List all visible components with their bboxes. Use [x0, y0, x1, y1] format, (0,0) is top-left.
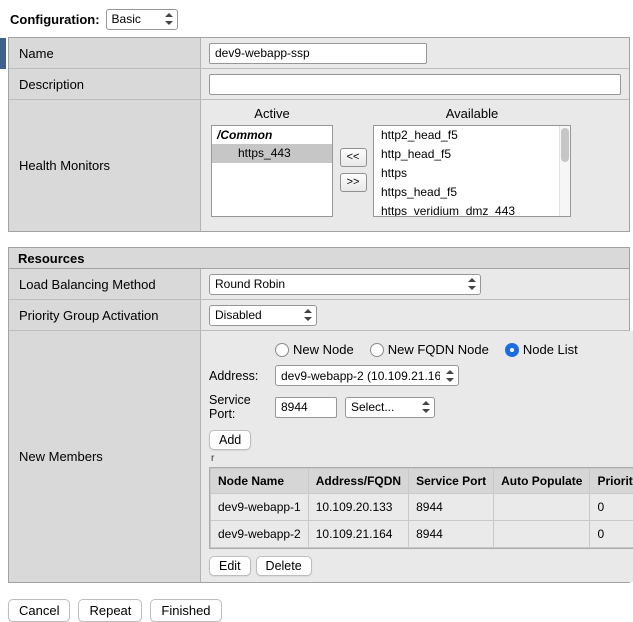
radio-button-icon[interactable] — [370, 343, 384, 357]
move-to-available-button[interactable]: >> — [340, 173, 367, 192]
description-row: Description — [9, 69, 629, 100]
add-button[interactable]: Add — [209, 430, 251, 450]
member-node-name: dev9-webapp-2 — [211, 521, 308, 547]
available-monitor-item[interactable]: http2_head_f5 — [374, 126, 570, 145]
radio-new-fqdn-node-label: New FQDN Node — [388, 342, 489, 357]
available-monitors-listbox[interactable]: http2_head_f5 http_head_f5 https https_h… — [373, 125, 571, 217]
active-monitor-item[interactable]: https_443 — [212, 144, 332, 163]
resources-section-header: Resources — [8, 247, 630, 268]
active-list-header: Active — [211, 106, 333, 122]
member-auto-populate — [494, 494, 589, 520]
configuration-select[interactable]: Basic — [106, 9, 178, 30]
member-priority: 0 — [590, 521, 633, 547]
column-header-auto-populate: Auto Populate — [494, 469, 589, 493]
configuration-bar: Configuration: Basic — [0, 0, 633, 37]
available-monitor-item[interactable]: https_veridium_dmz_443 — [374, 202, 570, 217]
description-input[interactable] — [209, 74, 621, 95]
members-table-header-row: Node Name Address/FQDN Service Port Auto… — [211, 469, 633, 493]
available-monitor-item[interactable]: https_head_f5 — [374, 183, 570, 202]
member-priority: 0 — [590, 494, 633, 520]
active-monitors-listbox[interactable]: /Common https_443 — [211, 125, 333, 217]
pool-configuration-page: Configuration: Basic Name Description He… — [0, 0, 633, 608]
resources-table: Load Balancing Method Round Robin Priori… — [8, 268, 630, 583]
available-monitor-item[interactable]: http_head_f5 — [374, 145, 570, 164]
member-node-name: dev9-webapp-1 — [211, 494, 308, 520]
new-members-label: New Members — [9, 331, 201, 582]
radio-node-list[interactable]: Node List — [505, 342, 578, 357]
health-monitors-label: Health Monitors — [9, 100, 201, 231]
required-field-indicator — [0, 38, 6, 69]
name-label: Name — [9, 38, 201, 68]
load-balancing-row: Load Balancing Method Round Robin — [9, 269, 629, 300]
address-label: Address: — [209, 369, 275, 383]
stray-text: r — [211, 453, 633, 465]
edit-button[interactable]: Edit — [209, 556, 251, 576]
member-type-radio-group: New Node New FQDN Node Node List — [275, 341, 633, 358]
service-port-input[interactable] — [275, 397, 337, 418]
port-preset-select[interactable]: Select... — [345, 397, 435, 418]
column-header-address: Address/FQDN — [309, 469, 408, 493]
radio-new-node-label: New Node — [293, 342, 354, 357]
radio-new-node[interactable]: New Node — [275, 342, 354, 357]
new-members-row: New Members New Node New FQDN Node Node … — [9, 331, 629, 582]
health-monitors-row: Health Monitors Active /Common https_443… — [9, 100, 629, 231]
member-row[interactable]: dev9-webapp-2 10.109.21.164 8944 0 — [211, 521, 633, 547]
member-service-port: 8944 — [409, 494, 493, 520]
description-label: Description — [9, 69, 201, 99]
form-footer: Cancel Repeat Finished — [8, 599, 633, 622]
move-to-active-button[interactable]: << — [340, 148, 367, 167]
priority-group-select[interactable]: Disabled — [209, 305, 317, 326]
load-balancing-label: Load Balancing Method — [9, 269, 201, 299]
finished-button[interactable]: Finished — [150, 599, 221, 622]
column-header-priority: Priority — [590, 469, 633, 493]
column-header-service-port: Service Port — [409, 469, 493, 493]
delete-button[interactable]: Delete — [256, 556, 312, 576]
radio-button-icon[interactable] — [275, 343, 289, 357]
load-balancing-select[interactable]: Round Robin — [209, 274, 481, 295]
service-port-label: Service Port: — [209, 393, 275, 421]
active-monitor-group[interactable]: /Common — [212, 126, 332, 144]
radio-node-list-label: Node List — [523, 342, 578, 357]
priority-group-row: Priority Group Activation Disabled — [9, 300, 629, 331]
column-header-node-name: Node Name — [211, 469, 308, 493]
member-service-port: 8944 — [409, 521, 493, 547]
general-properties-table: Name Description Health Monitors Active … — [8, 37, 630, 232]
priority-group-label: Priority Group Activation — [9, 300, 201, 330]
member-row[interactable]: dev9-webapp-1 10.109.20.133 8944 0 — [211, 494, 633, 520]
available-monitor-item[interactable]: https — [374, 164, 570, 183]
radio-new-fqdn-node[interactable]: New FQDN Node — [370, 342, 489, 357]
member-auto-populate — [494, 521, 589, 547]
member-address: 10.109.20.133 — [309, 494, 408, 520]
member-address: 10.109.21.164 — [309, 521, 408, 547]
scrollbar-thumb[interactable] — [561, 128, 569, 162]
address-select[interactable]: dev9-webapp-2 (10.109.21.164) — [275, 365, 459, 386]
available-list-header: Available — [373, 106, 571, 122]
scrollbar-track[interactable] — [559, 126, 570, 216]
cancel-button[interactable]: Cancel — [8, 599, 70, 622]
name-row: Name — [9, 38, 629, 69]
members-table: Node Name Address/FQDN Service Port Auto… — [209, 467, 633, 549]
repeat-button[interactable]: Repeat — [78, 599, 142, 622]
configuration-label: Configuration: — [10, 12, 100, 27]
name-input[interactable] — [209, 43, 427, 64]
radio-button-icon[interactable] — [505, 343, 519, 357]
